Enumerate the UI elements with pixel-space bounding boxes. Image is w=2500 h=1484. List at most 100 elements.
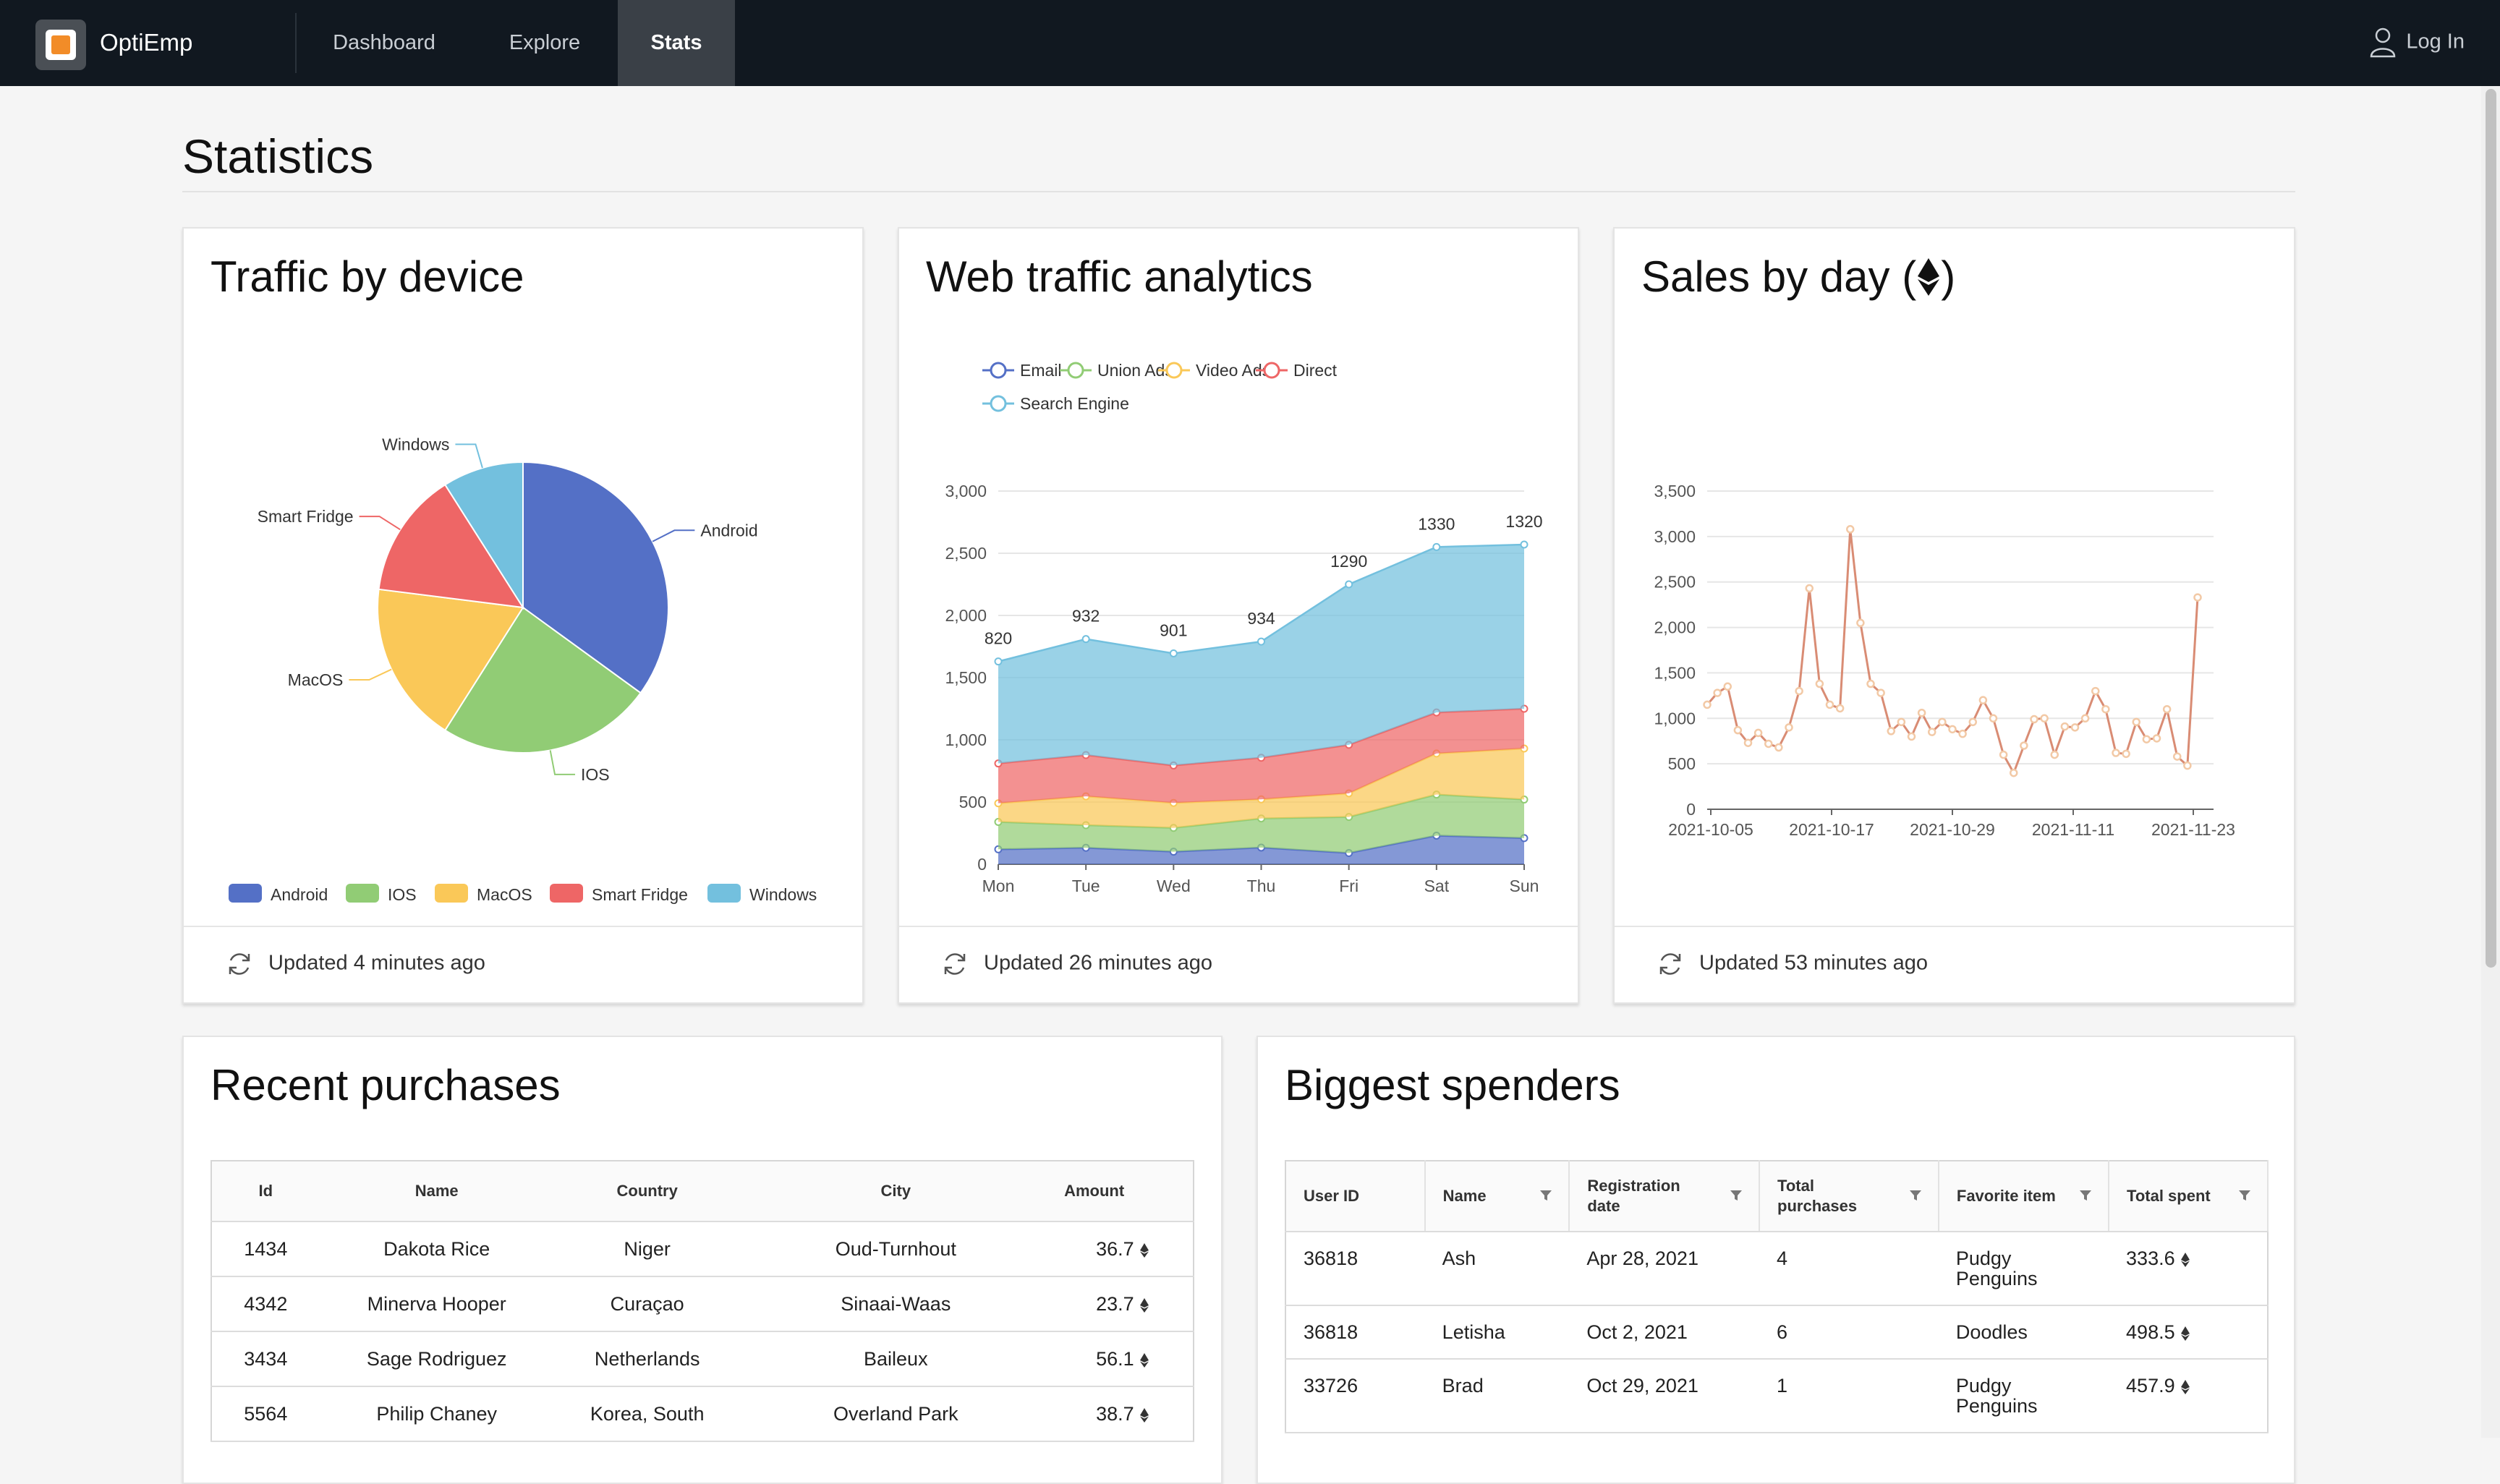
- data-point: [1968, 717, 1977, 727]
- amount-value: 23.7: [1096, 1292, 1134, 1315]
- title-divider: [182, 191, 2295, 192]
- data-point: [1897, 717, 1906, 727]
- cell-name: Letisha: [1424, 1305, 1570, 1360]
- nav-stats[interactable]: Stats: [618, 0, 735, 86]
- x-tick-label: Mon: [982, 877, 1015, 895]
- data-point: [1520, 540, 1529, 549]
- header-label: Favorite item: [1956, 1187, 2056, 1205]
- refresh-icon[interactable]: [1656, 950, 1685, 978]
- pie-slice-label: IOS: [581, 765, 610, 784]
- column-header-total-spent[interactable]: Total spent: [2109, 1161, 2269, 1232]
- table-row[interactable]: 36818 Ash Apr 28, 2021 4 Pudgy Penguins 333.6: [1285, 1232, 2268, 1306]
- y-tick-label: 1,000: [1654, 709, 1696, 728]
- legend-item: Email: [982, 361, 1062, 380]
- y-tick-label: 3,000: [945, 482, 987, 500]
- favorite-item-line1: Pudgy: [1955, 1375, 2012, 1396]
- y-tick-label: 2,000: [1654, 618, 1696, 637]
- column-header-total[interactable]: Total purchases: [1759, 1161, 1939, 1232]
- table-header-row: User ID Name Registration date Total purchase…: [1285, 1161, 2269, 1232]
- column-header-user-id[interactable]: User ID: [1285, 1161, 1426, 1232]
- pie-label-line: [349, 668, 392, 681]
- table-row[interactable]: 3434 Sage Rodriguez Netherlands Baileux 56.1: [211, 1331, 1194, 1387]
- cell-name: Minerva Hooper: [319, 1276, 554, 1332]
- cell-total-spent: 457.9: [2109, 1359, 2268, 1433]
- cell-amount: 36.7: [1051, 1221, 1194, 1277]
- app-logo-icon[interactable]: [35, 20, 86, 70]
- refresh-icon[interactable]: [940, 950, 969, 978]
- cell-reg: Apr 28, 2021: [1569, 1232, 1760, 1306]
- column-header-city[interactable]: City: [740, 1161, 1052, 1222]
- cell-reg: Oct 29, 2021: [1569, 1359, 1760, 1433]
- column-header-name[interactable]: Name: [319, 1161, 554, 1222]
- data-label: 1320: [1505, 512, 1542, 531]
- data-point: [1723, 682, 1732, 691]
- ethereum-icon: [1139, 1407, 1149, 1423]
- cell-reg: Oct 2, 2021: [1569, 1305, 1760, 1360]
- table-row[interactable]: 1434 Dakota Rice Niger Oud-Turnhout 36.7: [211, 1221, 1194, 1277]
- table-header-row: Id Name Country City Amount: [211, 1161, 1194, 1222]
- legend-swatch: [229, 884, 262, 903]
- filter-icon[interactable]: [2238, 1189, 2251, 1202]
- x-tick-label: Thu: [1247, 877, 1276, 895]
- y-tick-label: 0: [977, 855, 987, 874]
- data-point: [1713, 688, 1722, 697]
- data-point: [1825, 700, 1834, 709]
- brand-name[interactable]: OptiEmp: [100, 29, 192, 56]
- table-row[interactable]: 33726 Brad Oct 29, 2021 1 Pudgy Penguins 457.9: [1285, 1359, 2268, 1433]
- x-tick-label: 2021-11-11: [2032, 820, 2114, 839]
- data-point: [1703, 700, 1712, 709]
- data-point: [1876, 688, 1885, 697]
- favorite-item-line2: Penguins: [1955, 1268, 2038, 1289]
- data-point: [1432, 542, 1441, 551]
- amount-value: 38.7: [1096, 1402, 1134, 1425]
- sales-by-day-chart: 0 500 1,000 1,500 2,000 2,500 3,000 3,500 2021-1…: [1654, 482, 2235, 839]
- x-tick-label: Wed: [1157, 877, 1191, 895]
- header-label: Total: [1777, 1177, 1814, 1195]
- filter-icon[interactable]: [2079, 1189, 2092, 1202]
- table-row[interactable]: 36818 Letisha Oct 2, 2021 6 Doodles 498.5: [1285, 1305, 2268, 1360]
- cell-city: Oud-Turnhout: [740, 1221, 1052, 1277]
- pie-slice-label: Android: [700, 521, 757, 540]
- traffic-by-device-chart: Android IOS MacOS Smart Fridge Windows Androi…: [229, 435, 817, 904]
- data-point: [2050, 750, 2059, 759]
- legend-item-label: Windows: [749, 885, 817, 904]
- legend-marker: [1165, 362, 1183, 379]
- column-header-amount[interactable]: Amount: [1051, 1161, 1194, 1222]
- scrollbar-thumb[interactable]: [2486, 89, 2496, 968]
- pie-slice-label: MacOS: [288, 670, 344, 689]
- refresh-icon[interactable]: [225, 950, 254, 978]
- data-point: [2193, 593, 2202, 602]
- column-header-country[interactable]: Country: [553, 1161, 741, 1222]
- nav-explore[interactable]: Explore: [472, 0, 618, 86]
- spent-value: 333.6: [2126, 1248, 2175, 1269]
- cell-user-id: 36818: [1285, 1232, 1425, 1306]
- filter-icon[interactable]: [1730, 1189, 1743, 1202]
- data-point: [1856, 618, 1865, 628]
- cell-name: Philip Chaney: [319, 1386, 554, 1442]
- column-header-favorite-item[interactable]: Favorite item: [1938, 1161, 2110, 1232]
- column-header-registration[interactable]: Registration date: [1569, 1161, 1761, 1232]
- column-header-id[interactable]: Id: [211, 1161, 320, 1222]
- filter-icon[interactable]: [1539, 1189, 1552, 1202]
- y-tick-label: 3,500: [1654, 482, 1696, 500]
- legend-marker: [1263, 362, 1280, 379]
- data-point: [994, 657, 1003, 666]
- updated-text: Updated 26 minutes ago: [984, 951, 1212, 975]
- updated-text: Updated 4 minutes ago: [268, 951, 485, 975]
- table-row[interactable]: 4342 Minerva Hooper Curaçao Sinaai-Waas 23.7: [211, 1276, 1194, 1332]
- cell-user-id: 36818: [1285, 1305, 1425, 1360]
- y-tick-label: 2,000: [945, 606, 987, 625]
- filter-icon[interactable]: [1909, 1189, 1922, 1202]
- legend-item: Video Ads: [1158, 361, 1270, 380]
- cell-id: 3434: [211, 1331, 320, 1387]
- data-point: [1733, 725, 1743, 735]
- header-label: Name: [1442, 1187, 1487, 1205]
- y-tick-label: 500: [1668, 754, 1696, 773]
- card-footer: Updated 4 minutes ago: [184, 926, 862, 1002]
- login-button[interactable]: Log In: [2370, 27, 2465, 58]
- column-header-name[interactable]: Name: [1424, 1161, 1570, 1232]
- nav-dashboard[interactable]: Dashboard: [297, 0, 472, 86]
- legend-item-label: Email: [1020, 361, 1062, 380]
- table-row[interactable]: 5564 Philip Chaney Korea, South Overland Pa…: [211, 1386, 1194, 1442]
- legend-swatch: [346, 884, 379, 903]
